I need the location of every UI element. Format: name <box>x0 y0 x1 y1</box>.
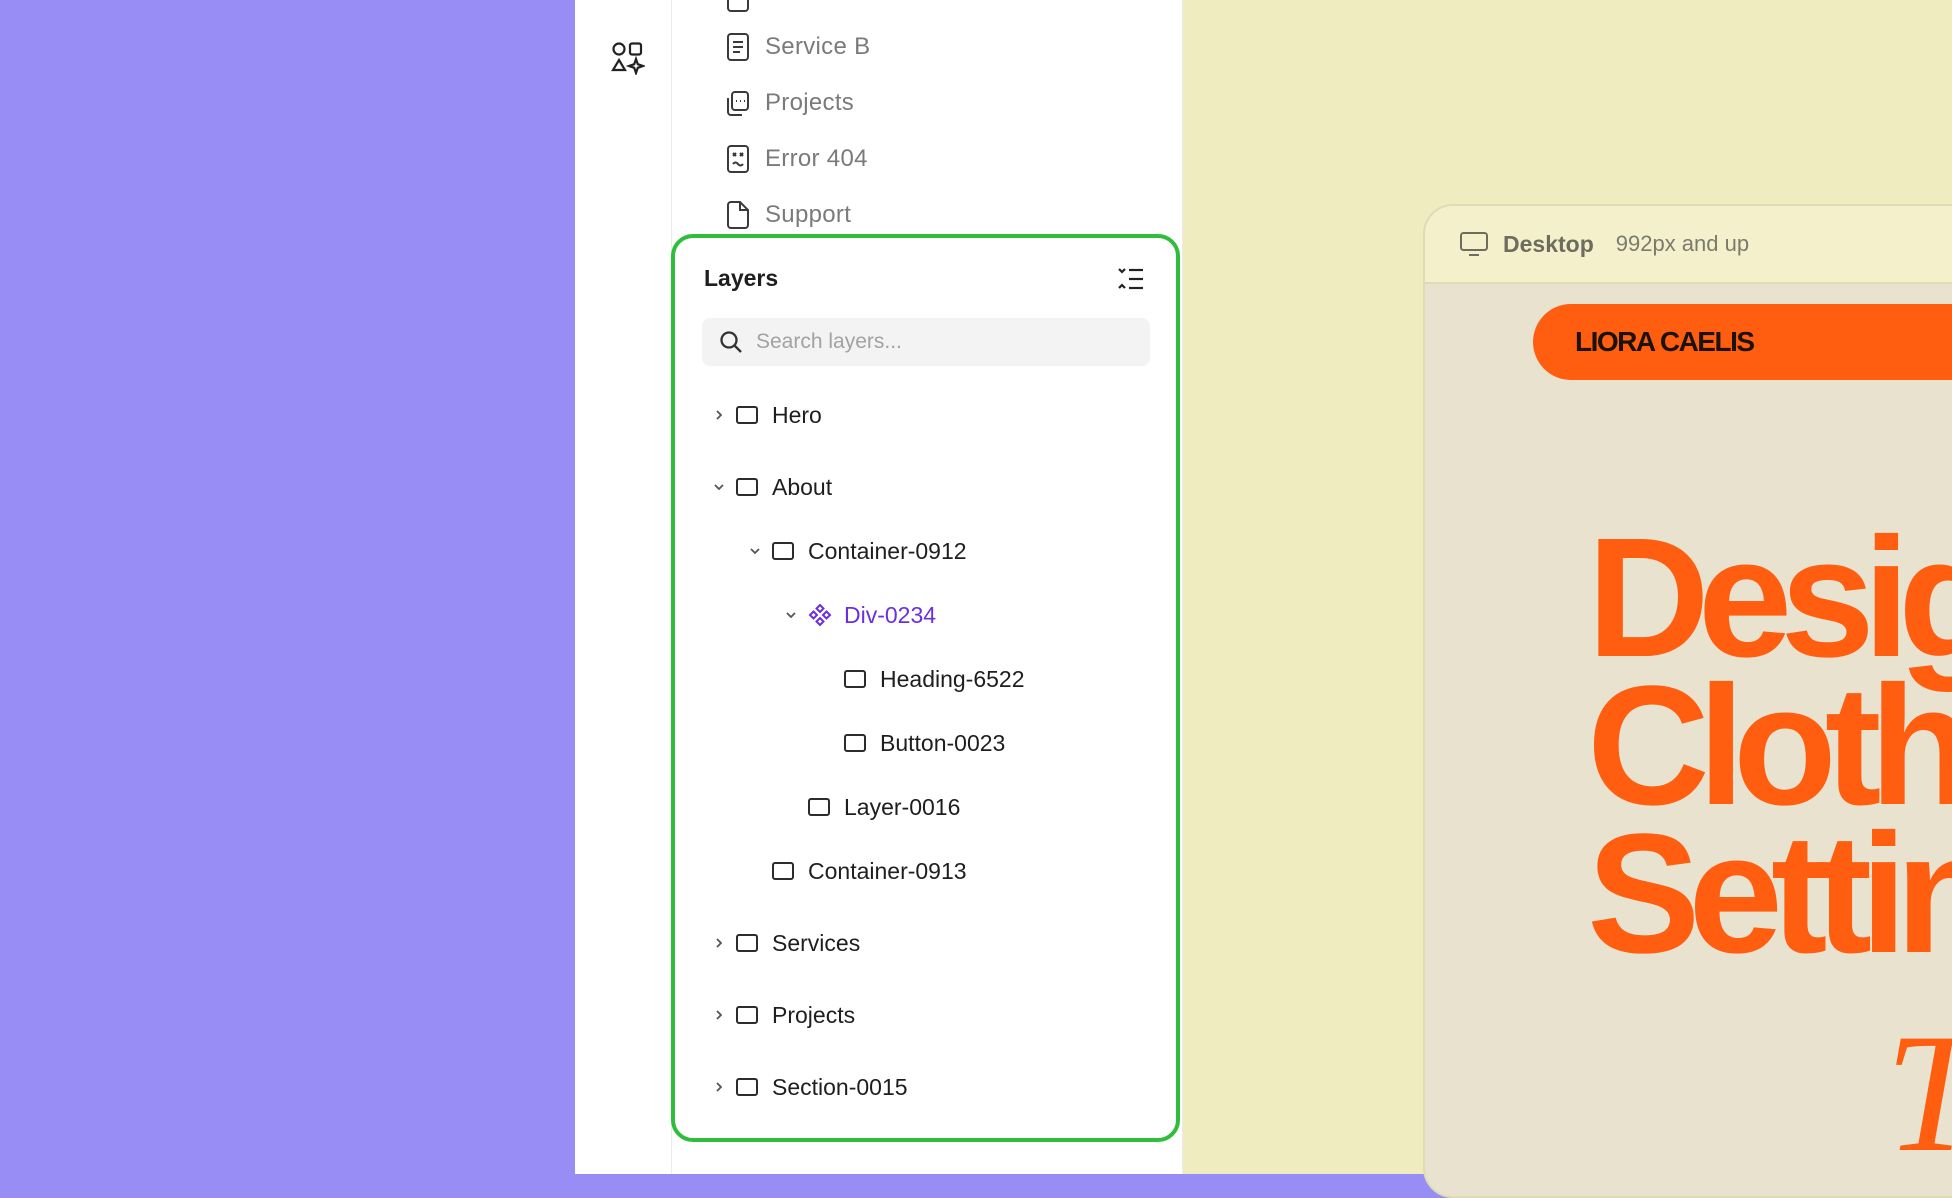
frame-icon <box>844 670 866 688</box>
page-item-label: Support <box>765 201 852 228</box>
layer-label: Container-0912 <box>808 537 967 564</box>
page-item-support[interactable]: Support <box>725 195 851 235</box>
layer-row-button-0023[interactable]: Button-0023 <box>820 723 1005 763</box>
chevron-down-icon[interactable] <box>784 608 798 622</box>
frame-icon <box>736 934 758 952</box>
page-item-label: Service B <box>765 33 871 60</box>
layer-row-hero[interactable]: Hero <box>712 395 822 435</box>
layer-row-services[interactable]: Services <box>712 923 860 963</box>
page-icon <box>727 201 749 229</box>
layers-title: Layers <box>704 265 779 291</box>
collapse-all-icon[interactable] <box>1116 264 1146 294</box>
layer-label: About <box>772 473 833 500</box>
frame-icon <box>736 1078 758 1096</box>
gallery-icon <box>727 91 749 116</box>
frame-icon <box>772 862 794 880</box>
chevron-right-icon[interactable] <box>712 1008 726 1022</box>
layer-row-layer-0016[interactable]: Layer-0016 <box>784 787 960 827</box>
layer-row-section-0015[interactable]: Section-0015 <box>712 1067 908 1107</box>
layer-row-div-0234[interactable]: Div-0234 <box>784 595 936 635</box>
search-layers-input[interactable] <box>754 329 1138 355</box>
layer-label: Projects <box>772 1001 856 1028</box>
hero-script-text: T <box>1885 996 1952 1191</box>
layer-row-heading-6522[interactable]: Heading-6522 <box>820 659 1025 699</box>
page-item-service-b[interactable]: Service B <box>725 27 870 67</box>
breakpoint-name: Desktop <box>1503 230 1594 257</box>
layer-label: Container-0913 <box>808 857 967 884</box>
icon-rail <box>575 0 672 1174</box>
search-icon <box>720 331 742 353</box>
insert-elements-icon[interactable] <box>611 41 645 75</box>
page-item-error-404[interactable]: Error 404 <box>725 139 868 179</box>
layers-panel: Layers Hero About Container-0912 Div-023… <box>671 234 1180 1142</box>
layer-label: Div-0234 <box>844 601 937 628</box>
page-item-clipped[interactable] <box>725 0 765 18</box>
search-layers-field[interactable] <box>702 318 1150 366</box>
desktop-breakpoint-frame[interactable]: Desktop 992px and up LIORA CAELIS Desig … <box>1423 204 1952 1198</box>
layer-label: Heading-6522 <box>880 665 1025 692</box>
frame-icon <box>772 542 794 560</box>
layer-label: Hero <box>772 401 822 428</box>
page-icon <box>727 0 749 12</box>
chevron-down-icon[interactable] <box>748 544 762 558</box>
page-item-label: Projects <box>765 89 855 116</box>
layer-row-about[interactable]: About <box>712 467 832 507</box>
layer-row-projects[interactable]: Projects <box>712 995 855 1035</box>
layer-row-container-0913[interactable]: Container-0913 <box>748 851 967 891</box>
page-item-label: Error 404 <box>765 145 868 172</box>
layer-row-container-0912[interactable]: Container-0912 <box>748 531 967 571</box>
frame-icon <box>736 1006 758 1024</box>
layer-label: Layer-0016 <box>844 793 961 820</box>
breakpoint-header[interactable]: Desktop 992px and up <box>1425 206 1952 284</box>
chevron-right-icon[interactable] <box>712 408 726 422</box>
chevron-right-icon[interactable] <box>712 936 726 950</box>
frame-icon <box>736 406 758 424</box>
layer-label: Section-0015 <box>772 1073 908 1100</box>
frame-icon <box>736 478 758 496</box>
error-page-icon <box>727 145 749 173</box>
frame-icon <box>808 798 830 816</box>
breakpoint-range: 992px and up <box>1615 231 1750 256</box>
frame-icon <box>844 734 866 752</box>
hero-heading[interactable]: Desig Clothe Settin <box>1587 513 1952 979</box>
chevron-right-icon[interactable] <box>712 1080 726 1094</box>
backdrop <box>0 0 575 1174</box>
component-icon <box>808 603 832 627</box>
chevron-down-icon[interactable] <box>712 480 726 494</box>
page-item-projects[interactable]: Projects <box>725 83 854 123</box>
layer-label: Services <box>772 929 861 956</box>
brand-logo-text: LIORA CAELIS <box>1575 326 1755 357</box>
document-icon <box>727 33 749 61</box>
layer-label: Button-0023 <box>880 729 1006 756</box>
hero-line: Settin <box>1587 799 1952 989</box>
site-navbar[interactable]: LIORA CAELIS <box>1533 304 1952 380</box>
monitor-icon <box>1460 232 1488 256</box>
